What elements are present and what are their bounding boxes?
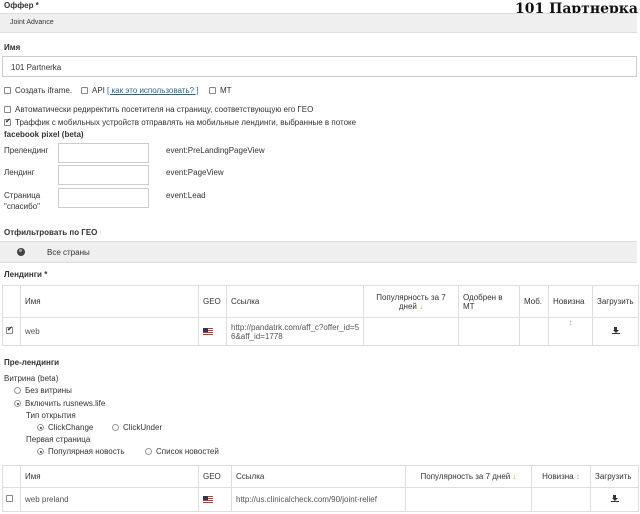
offer-label: Оффер * bbox=[4, 1, 39, 10]
geo-filter-label: Отфильтровать по ГЕО bbox=[4, 228, 98, 237]
prelandings-select-header bbox=[2, 465, 21, 488]
auto-redirect-label: Автоматически редиректить посетителя на … bbox=[15, 105, 314, 114]
prelanding-link[interactable]: http://us.clinicalcheck.com/90/joint-rel… bbox=[231, 487, 406, 512]
landings-col-link[interactable]: Ссылка bbox=[226, 285, 364, 318]
landings-col-mobile[interactable]: Моб. bbox=[519, 285, 549, 318]
prelanding-row-checkbox[interactable] bbox=[6, 495, 13, 502]
sort-icon: ↕ bbox=[575, 472, 580, 481]
landings-col-name[interactable]: Имя bbox=[20, 285, 199, 318]
prelandings-col-new-label: Новизна bbox=[542, 472, 574, 481]
create-iframe-label: Создать iframe. bbox=[15, 86, 73, 95]
us-flag-icon bbox=[203, 496, 213, 504]
clickchange-label: ClickChange bbox=[48, 423, 94, 432]
table-row[interactable]: web preland http://us.clinicalcheck.com/… bbox=[2, 487, 639, 512]
prelanding-download[interactable] bbox=[590, 487, 639, 512]
popular-news-label: Популярная новость bbox=[48, 447, 125, 456]
prelandings-header-row: Имя GEO Ссылка Популярность за 7 дней ↓ … bbox=[2, 465, 639, 488]
fb-prelanding-input[interactable] bbox=[58, 143, 149, 163]
landing-mobile bbox=[519, 317, 549, 346]
landings-title: Лендинги * bbox=[4, 270, 48, 279]
mt-label: MT bbox=[220, 86, 232, 95]
prelandings-col-link[interactable]: Ссылка bbox=[231, 465, 406, 488]
landing-geo bbox=[198, 317, 227, 346]
name-label: Имя bbox=[4, 43, 21, 52]
landing-checkbox-cell[interactable] bbox=[2, 317, 21, 346]
first-page-label: Первая страница bbox=[26, 435, 91, 444]
name-input[interactable]: 101 Partnerka bbox=[2, 56, 637, 77]
landings-col-new[interactable]: Новизна bbox=[548, 285, 593, 318]
fb-thanks-event: event:Lead bbox=[166, 191, 206, 200]
landing-row-checkbox[interactable] bbox=[6, 325, 13, 334]
fb-landing-input[interactable] bbox=[58, 165, 149, 185]
landing-approved bbox=[458, 317, 520, 346]
mt-checkbox[interactable] bbox=[209, 87, 216, 94]
offer-select-value: Joint Advance bbox=[10, 19, 54, 26]
prelandings-col-popularity[interactable]: Популярность за 7 дней ↓ bbox=[405, 465, 532, 488]
landings-select-header bbox=[2, 285, 21, 318]
api-label: API bbox=[92, 86, 105, 95]
api-checkbox[interactable] bbox=[81, 87, 88, 94]
clickchange-radio[interactable] bbox=[37, 424, 44, 431]
fb-prelanding-event: event:PreLandingPageView bbox=[166, 146, 265, 155]
enable-showcase-radio[interactable] bbox=[14, 400, 21, 407]
prelandings-col-new[interactable]: Новизна ↕ bbox=[531, 465, 591, 488]
download-icon[interactable] bbox=[610, 495, 619, 502]
sort-down-icon: ↓ bbox=[419, 301, 424, 311]
no-showcase-label: Без витрины bbox=[25, 386, 72, 395]
prelandings-table: Имя GEO Ссылка Популярность за 7 дней ↓ … bbox=[2, 465, 639, 512]
open-type-label: Тип открытия bbox=[26, 411, 76, 420]
landing-new: ↕ bbox=[548, 317, 593, 346]
us-flag-icon bbox=[203, 328, 213, 336]
fb-thanks-label: Страница "спасибо" bbox=[4, 191, 41, 211]
landings-col-popularity[interactable]: Популярность за 7 дней ↓ bbox=[363, 285, 459, 318]
facebook-pixel-title: facebook pixel (beta) bbox=[4, 130, 84, 139]
globe-icon bbox=[17, 248, 25, 256]
mobile-traffic-checkbox[interactable] bbox=[4, 117, 11, 126]
prelanding-geo bbox=[198, 487, 232, 512]
prelandings-col-popularity-label: Популярность за 7 дней bbox=[420, 472, 511, 481]
landings-col-geo[interactable]: GEO bbox=[198, 285, 227, 318]
prelanding-new bbox=[531, 487, 591, 512]
clickunder-radio[interactable] bbox=[112, 424, 119, 431]
download-icon[interactable] bbox=[611, 327, 620, 334]
sort-down-icon: ↓ bbox=[512, 472, 517, 481]
geo-filter-select[interactable]: Все страны bbox=[0, 241, 637, 263]
landings-col-approved[interactable]: Одобрен в MT bbox=[458, 285, 520, 318]
landings-col-download[interactable]: Загрузить bbox=[592, 285, 639, 318]
news-list-radio[interactable] bbox=[145, 448, 152, 455]
prelanding-popularity bbox=[405, 487, 532, 512]
landing-name: web bbox=[20, 317, 199, 346]
create-iframe-checkbox[interactable] bbox=[4, 87, 11, 94]
landing-popularity bbox=[363, 317, 459, 346]
fb-prelanding-label: Прелендинг bbox=[4, 146, 49, 155]
no-showcase-radio[interactable] bbox=[14, 387, 21, 394]
landings-col-popularity-label: Популярность за 7 дней bbox=[376, 292, 446, 311]
news-list-label: Список новостей bbox=[156, 447, 219, 456]
popular-news-radio[interactable] bbox=[37, 448, 44, 455]
fb-landing-event: event:PageView bbox=[166, 168, 224, 177]
prelandings-col-download[interactable]: Загрузить bbox=[590, 465, 639, 488]
table-row[interactable]: web http://pandatrk.com/aff_c?offer_id=5… bbox=[2, 317, 639, 346]
fb-thanks-input[interactable] bbox=[58, 188, 149, 208]
geo-filter-value: Все страны bbox=[47, 248, 90, 257]
landing-download[interactable] bbox=[592, 317, 639, 346]
new-indicator-icon: ↕ bbox=[568, 318, 573, 327]
enable-showcase-label: Включить rusnews.life bbox=[25, 399, 106, 408]
prelandings-col-geo[interactable]: GEO bbox=[198, 465, 232, 488]
prelanding-name: web preland bbox=[20, 487, 199, 512]
mobile-traffic-label: Траффик с мобильных устройств отправлять… bbox=[15, 118, 357, 127]
landing-link[interactable]: http://pandatrk.com/aff_c?offer_id=56&af… bbox=[226, 317, 364, 346]
prelandings-title: Пре-лендинги bbox=[4, 358, 60, 367]
fb-landing-label: Лендинг bbox=[4, 168, 35, 177]
offer-select[interactable]: Joint Advance bbox=[0, 13, 637, 33]
clickunder-label: ClickUnder bbox=[123, 423, 163, 432]
api-help-link[interactable]: [ как это использовать? ] bbox=[107, 86, 199, 95]
name-input-value: 101 Partnerka bbox=[11, 63, 62, 72]
showcase-label: Витрина (beta) bbox=[4, 374, 59, 383]
prelanding-checkbox-cell[interactable] bbox=[2, 487, 21, 512]
prelandings-col-name[interactable]: Имя bbox=[20, 465, 199, 488]
auto-redirect-checkbox[interactable] bbox=[4, 106, 11, 113]
landings-header-row: Имя GEO Ссылка Популярность за 7 дней ↓ … bbox=[2, 285, 639, 318]
landings-table: Имя GEO Ссылка Популярность за 7 дней ↓ … bbox=[2, 285, 639, 346]
